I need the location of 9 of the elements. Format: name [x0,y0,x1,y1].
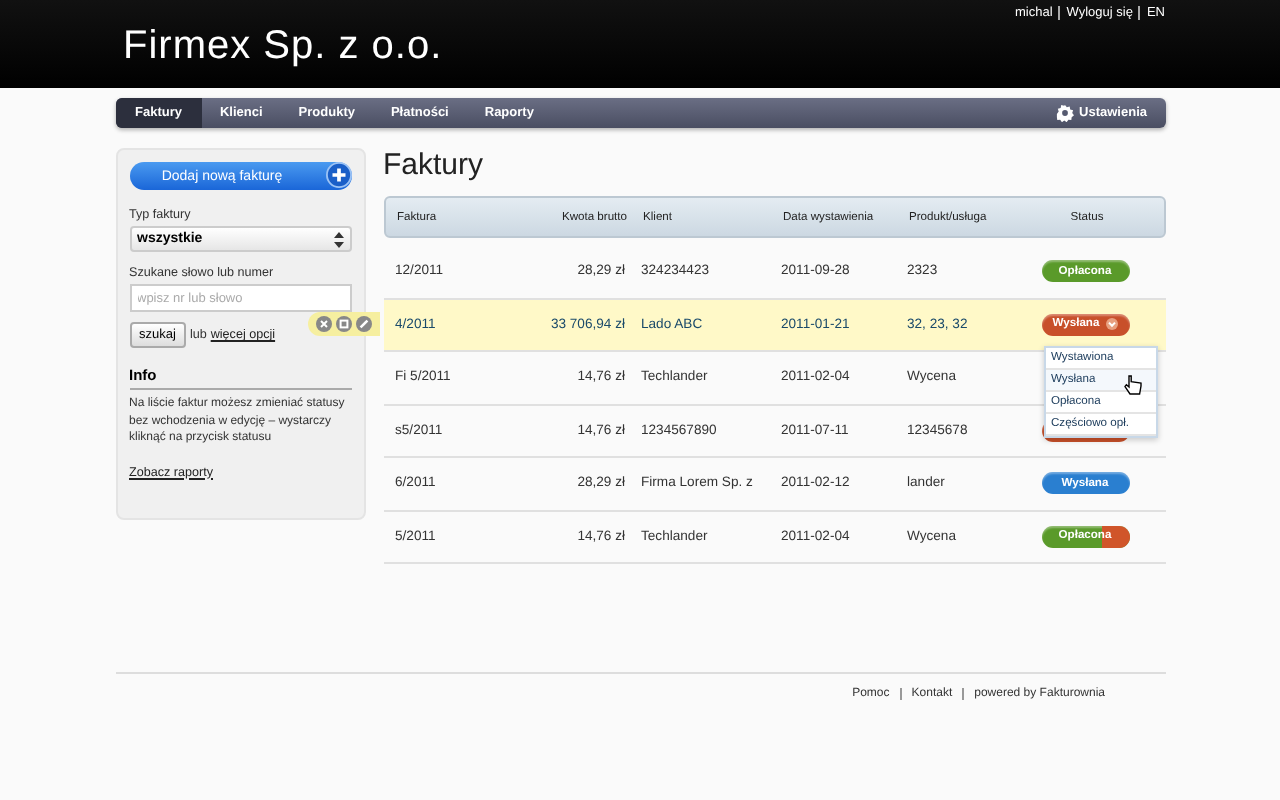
hand-cursor-icon [1123,373,1141,396]
settings-icon [1055,104,1074,122]
copy-icon[interactable] [335,315,351,331]
company-title: Firmex Sp. z o.o. [121,22,443,70]
edit-icon[interactable] [355,315,371,331]
page-title: Faktury [383,148,486,182]
plus-icon [325,162,351,188]
stepper-icon [333,231,343,247]
delete-icon[interactable] [315,315,331,331]
